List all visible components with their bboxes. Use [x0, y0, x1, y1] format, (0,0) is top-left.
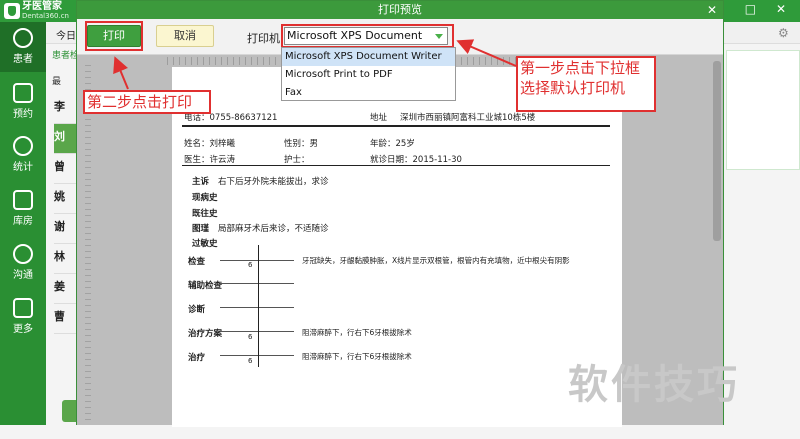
- today-tab[interactable]: 今日: [56, 27, 76, 42]
- tooth-chart-line: [258, 273, 259, 301]
- visit-date: 就诊日期：2015-11-30: [370, 155, 462, 165]
- bottom-strip: [0, 425, 800, 439]
- calendar-icon: [13, 83, 33, 103]
- plan-text: 阻滞麻醉下，行右下6牙根拔除术: [302, 328, 412, 337]
- treatment-tooth: 6: [248, 357, 253, 365]
- history-label: 过敏史: [192, 239, 218, 249]
- address-label: 地址: [370, 113, 388, 123]
- sidebar-item-label: 库房: [13, 216, 33, 227]
- step2-callout: 第二步点击打印: [83, 90, 211, 114]
- allergy-label: 图瑾: [192, 224, 210, 234]
- preview-page: 电话：0755-86637121 地址 深圳市西丽镇阿富科工业城10栋5楼 姓名…: [172, 67, 622, 427]
- sidebar-item-label: 更多: [13, 324, 33, 335]
- nurse: 护士：: [284, 155, 310, 165]
- printer-select-highlight: [281, 24, 454, 48]
- exam-label: 检查: [188, 257, 206, 267]
- dialog-title: 打印预览: [77, 1, 723, 19]
- app-window: 牙医管家 Dental360.cn ♥ − □ ✕ 患者 预约 统计 库房 沟通…: [0, 0, 800, 439]
- app-logo-icon: [4, 3, 20, 19]
- tooth-chart-line: [220, 260, 294, 261]
- past-label: 既往史: [192, 209, 218, 219]
- patient-name: 姓名：刘梓曦: [184, 139, 236, 149]
- print-button-highlight: [85, 21, 143, 51]
- diagnosis-label: 诊断: [188, 305, 206, 315]
- step1-callout: 第一步点击下拉框 选择默认打印机: [516, 56, 656, 112]
- tooth-chart-line: [258, 321, 259, 345]
- sidebar-item-appointments[interactable]: 预约: [0, 77, 46, 127]
- sidebar: 患者 预约 统计 库房 沟通 更多: [0, 22, 46, 439]
- sidebar-item-statistics[interactable]: 统计: [0, 130, 46, 180]
- aux-exam-label: 辅助检查: [188, 281, 223, 291]
- app-name: 牙医管家: [22, 1, 62, 12]
- preview-scrollbar[interactable]: [713, 61, 721, 241]
- house-icon: [13, 190, 33, 210]
- pie-chart-icon: [13, 136, 33, 156]
- sidebar-item-label: 沟通: [13, 270, 33, 281]
- exam-tooth: 6: [248, 261, 253, 269]
- exam-text: 牙冠缺失，牙龈黏膜肿胀，X线片显示双根管，根管内有充填物，近中根尖有阴影: [302, 256, 570, 265]
- divider: [182, 125, 610, 127]
- sidebar-item-label: 预约: [13, 109, 33, 120]
- sidebar-item-communication[interactable]: 沟通: [0, 238, 46, 288]
- tooth-chart-line: [258, 345, 259, 367]
- sidebar-item-label: 统计: [13, 162, 33, 173]
- grid-icon: [13, 298, 33, 318]
- chief-label: 主诉: [192, 177, 210, 187]
- clinic-address: 深圳市西丽镇阿富科工业城10栋5楼: [400, 113, 536, 123]
- gear-icon[interactable]: ⚙: [778, 26, 789, 40]
- background-panel: [726, 50, 800, 170]
- vertical-ruler: [85, 65, 91, 425]
- tooth-chart-line: [220, 307, 294, 308]
- close-icon[interactable]: ✕: [707, 1, 717, 19]
- printer-option[interactable]: Microsoft XPS Document Writer: [282, 48, 455, 66]
- printer-dropdown-list: Microsoft XPS Document Writer Microsoft …: [281, 47, 456, 101]
- tooth-chart-line: [220, 283, 294, 284]
- chief-text: 右下后牙外院未能拔出，求诊: [218, 177, 329, 187]
- allergy-text: 局部麻牙术后来诊，不适随诊: [218, 224, 329, 234]
- printer-label: 打印机: [247, 32, 280, 45]
- sidebar-item-patients[interactable]: 患者: [0, 22, 46, 72]
- patient-gender: 性别：男: [284, 139, 319, 149]
- printer-option[interactable]: Fax: [282, 84, 455, 102]
- treatment-text: 阻滞麻醉下，行右下6牙根拔除术: [302, 352, 412, 361]
- app-subtitle: Dental360.cn: [22, 12, 69, 20]
- sidebar-item-warehouse[interactable]: 库房: [0, 184, 46, 234]
- tooth-chart-line: [220, 355, 294, 356]
- user-icon: [13, 28, 33, 48]
- cancel-button[interactable]: 取消: [156, 25, 214, 47]
- play-icon: [13, 244, 33, 264]
- patient-age: 年龄：25岁: [370, 139, 415, 149]
- sidebar-item-more[interactable]: 更多: [0, 292, 46, 342]
- divider: [182, 165, 610, 166]
- printer-option[interactable]: Microsoft Print to PDF: [282, 66, 455, 84]
- doctor: 医生：许云涛: [184, 155, 236, 165]
- treatment-label: 治疗: [188, 353, 206, 363]
- sidebar-item-label: 患者: [13, 54, 33, 65]
- plan-label: 治疗方案: [188, 329, 223, 339]
- present-label: 现病史: [192, 193, 218, 203]
- watermark: 软件技巧: [568, 362, 740, 408]
- tooth-chart-line: [258, 245, 259, 275]
- plan-tooth: 6: [248, 333, 253, 341]
- tooth-chart-line: [220, 331, 294, 332]
- recent-label: 最: [52, 77, 62, 87]
